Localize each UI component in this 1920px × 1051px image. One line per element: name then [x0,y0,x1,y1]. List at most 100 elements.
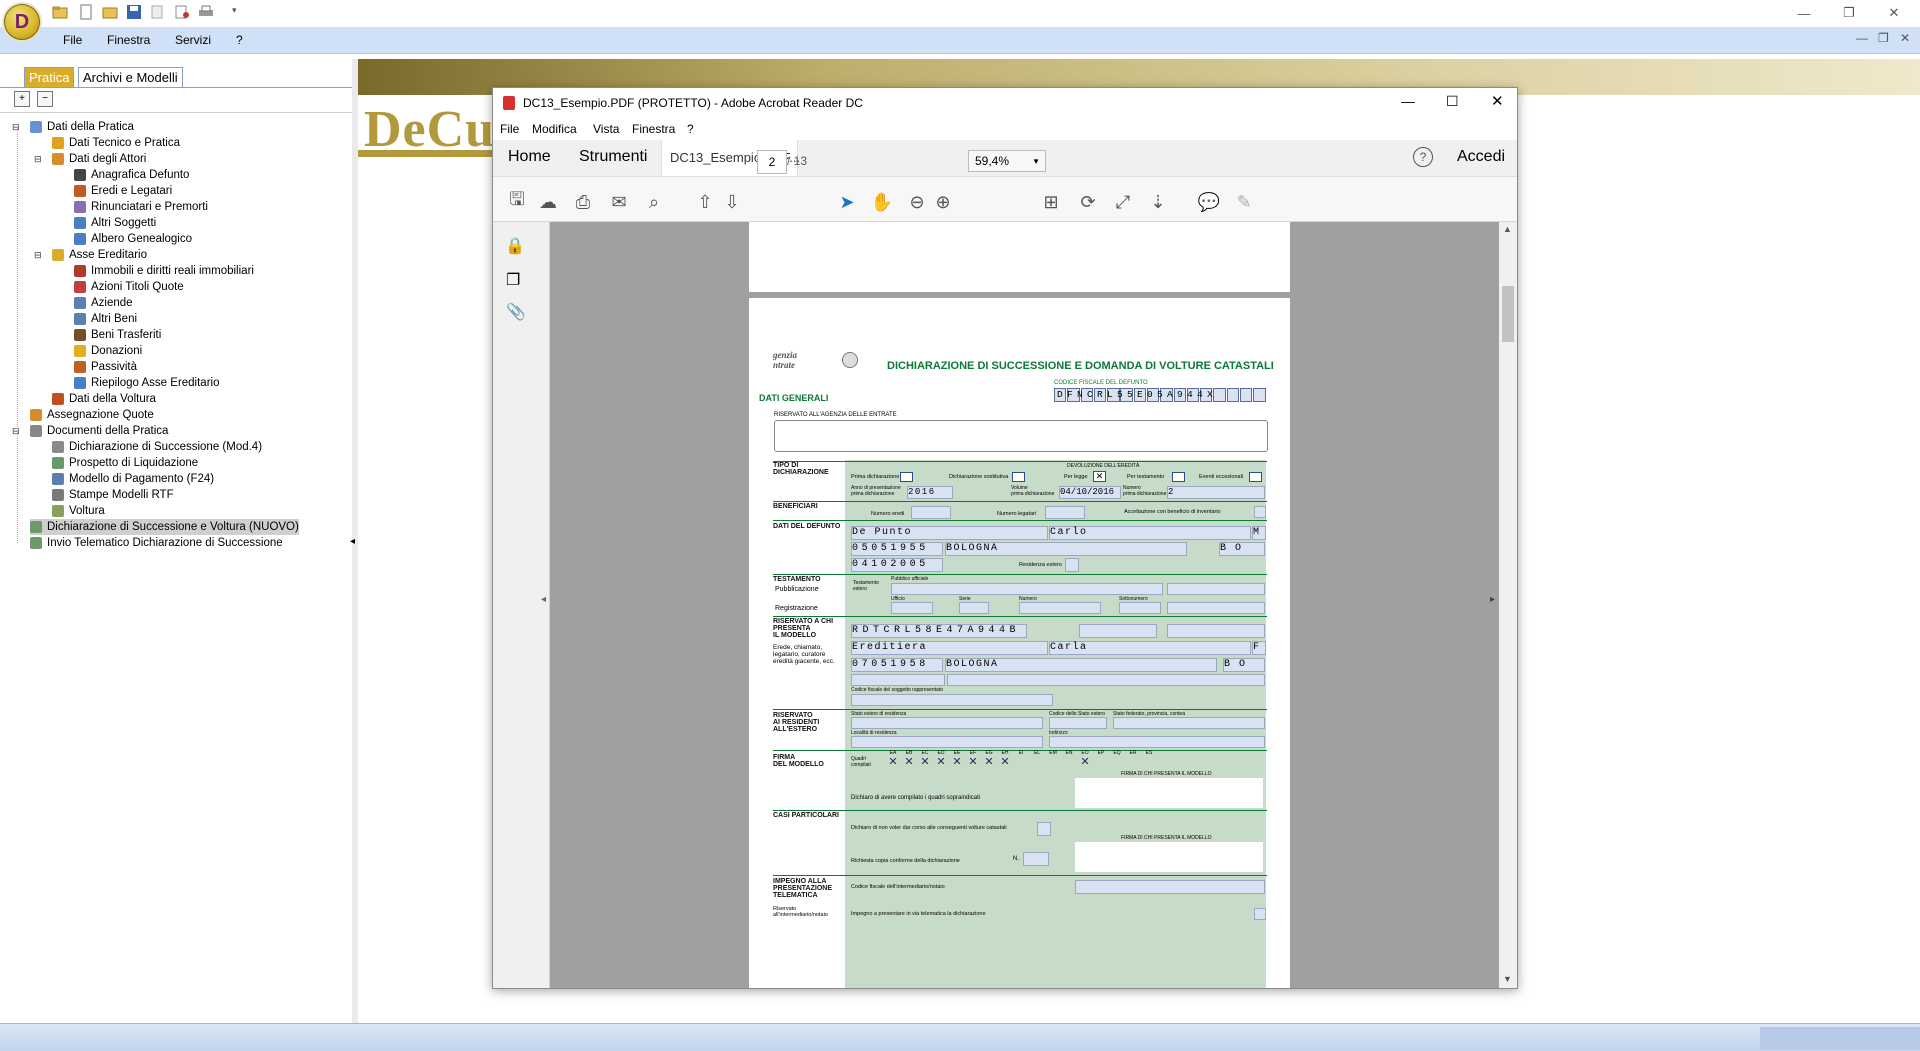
quadro-checkbox[interactable]: ✕ [904,757,914,768]
def-cognome-field[interactable]: De Punto [851,526,1048,540]
scroll-thumb[interactable] [1502,286,1514,342]
acro-menu-file[interactable]: File [500,122,519,136]
tree-item[interactable]: ⊟ Asse Ereditario [34,247,147,263]
scroll-down-icon[interactable]: ▼ [1503,974,1512,984]
zoom-in-icon[interactable]: ⊕ [931,190,955,214]
def-sesso-field[interactable]: M [1252,526,1266,540]
quadro-item[interactable]: EM [1045,750,1061,767]
acro-home-tab[interactable]: Home [508,148,551,166]
fullscreen-icon[interactable]: ⤢ [1111,190,1135,214]
acro-menu-modifica[interactable]: Modifica [532,122,577,136]
acro-menu-help[interactable]: ? [687,122,694,136]
quadro-item[interactable]: EE ✕ [949,750,965,768]
quadro-checkbox[interactable] [1064,757,1074,767]
quadro-checkbox[interactable]: ✕ [1000,757,1010,768]
tree-item[interactable]: Donazioni [74,343,142,359]
menu-file[interactable]: File [63,33,82,47]
tree-item[interactable]: Voltura [52,503,105,519]
ris-nome-field[interactable]: Carla [1049,641,1251,655]
search-icon[interactable]: ⌕ [642,190,666,214]
collapse-pane-icon[interactable]: ◂ [350,536,355,547]
tipo-testamento-checkbox[interactable] [1172,472,1185,482]
expand-left-panel-icon[interactable]: ◂ [541,594,546,605]
test-data-registrazione-field[interactable] [1167,602,1265,614]
acrobat-close-icon[interactable]: ✕ [1491,92,1504,110]
tree-item[interactable]: Passività [74,359,137,375]
quadro-checkbox[interactable]: ✕ [984,757,994,768]
menu-servizi[interactable]: Servizi [175,33,211,47]
pdf-scrollbar[interactable]: ▲ ▼ [1499,222,1517,988]
minimize-icon[interactable]: — [1789,3,1819,23]
tab-pratica[interactable]: Pratica [24,67,75,87]
tree-item[interactable]: Prospetto di Liquidazione [52,455,198,471]
quadro-item[interactable]: EL [1029,750,1045,767]
upload-icon[interactable]: ☁ [536,190,560,214]
quadro-checkbox[interactable] [1128,757,1138,767]
tree-item[interactable]: Azioni Titoli Quote [74,279,184,295]
collapse-node-icon[interactable]: ⊟ [12,122,20,133]
comment-icon[interactable]: 💬 [1197,190,1221,214]
quadro-item[interactable]: EN [1061,750,1077,767]
expand-all-icon[interactable]: + [14,91,30,107]
estero-federato-field[interactable] [1113,717,1265,729]
select-cursor-icon[interactable]: ➤ [835,190,859,214]
tree-item[interactable]: ⊟ Documenti della Pratica [12,423,168,439]
anno-field[interactable]: 2016 [907,486,953,499]
copy-icon[interactable] [150,4,166,20]
scroll-up-icon[interactable]: ▲ [1503,224,1512,234]
acro-tools-tab[interactable]: Strumenti [579,148,647,166]
tree-item[interactable]: Invio Telematico Dichiarazione di Succes… [30,535,283,551]
quadro-checkbox[interactable]: ✕ [888,757,898,768]
quadro-item[interactable]: EF ✕ [965,750,981,768]
def-prov-field[interactable]: B O [1219,542,1265,556]
quadro-item[interactable]: EB ✕ [901,750,917,768]
def-nome-field[interactable]: Carlo [1049,526,1251,540]
quadro-item[interactable]: EO ✕ [1077,750,1093,768]
tree-item[interactable]: Modello di Pagamento (F24) [52,471,214,487]
quadro-item[interactable]: EQ [1109,750,1125,767]
folder-icon[interactable] [102,4,118,20]
tree-item[interactable]: ⊟ Dati della Pratica [12,119,134,135]
tab-archivi-modelli[interactable]: Archivi e Modelli [78,67,183,87]
estero-localita-field[interactable] [851,736,1043,748]
tree-item[interactable]: Dichiarazione di Successione e Voltura (… [30,519,299,535]
pages-icon[interactable]: ❐ [506,270,520,290]
quadro-item[interactable]: EI [1013,750,1029,767]
quadro-checkbox[interactable]: ✕ [1080,757,1090,768]
quadro-checkbox[interactable] [1144,757,1154,767]
data-prima-field[interactable]: 04/10/2016 [1059,486,1121,499]
quadro-item[interactable]: EP [1093,750,1109,767]
acro-menu-vista[interactable]: Vista [593,122,619,136]
tree-item[interactable]: Altri Soggetti [74,215,156,231]
tree-item[interactable]: Dichiarazione di Successione (Mod.4) [52,439,262,455]
def-decesso-field[interactable]: 04102005 [851,558,943,572]
tree-item[interactable]: Dati della Voltura [52,391,156,407]
quadro-item[interactable]: ER [1125,750,1141,767]
ris-cognome-field[interactable]: Ereditiera [851,641,1048,655]
test-ufficio-field[interactable] [891,602,933,614]
acro-menu-finestra[interactable]: Finestra [632,122,675,136]
tree-item[interactable]: Albero Genealogico [74,231,192,247]
ris-sogg-field[interactable] [851,694,1053,706]
accettazione-checkbox[interactable] [1254,506,1266,518]
ris-comune-field[interactable]: BOLOGNA [945,658,1217,672]
tree-item[interactable]: Stampe Modelli RTF [52,487,174,503]
tree-item[interactable]: Anagrafica Defunto [74,167,189,183]
quadro-checkbox[interactable] [1032,757,1042,767]
firma-box-2[interactable] [1075,842,1263,872]
quadro-item[interactable]: ES [1141,750,1157,767]
ris-data-field[interactable] [1167,624,1265,638]
restore-icon[interactable]: ❐ [1834,3,1864,23]
quadro-item[interactable]: EH ✕ [997,750,1013,768]
quadro-item[interactable]: EG ✕ [981,750,997,768]
ris-cf-field[interactable]: RDTCRL58E47A944B [851,624,1027,638]
ris-telefono-field[interactable] [851,674,945,686]
tree-item[interactable]: Beni Trasferiti [74,327,161,343]
def-nascita-field[interactable]: 05051955 [851,542,943,556]
tree-item[interactable]: Dati Tecnico e Pratica [52,135,180,151]
tree-item[interactable]: Rinunciatari e Premorti [74,199,208,215]
estero-stato-field[interactable] [851,717,1043,729]
collapse-node-icon[interactable]: ⊟ [34,250,42,261]
tipo-eccezionali-checkbox[interactable] [1249,472,1262,482]
collapse-all-icon[interactable]: − [37,91,53,107]
